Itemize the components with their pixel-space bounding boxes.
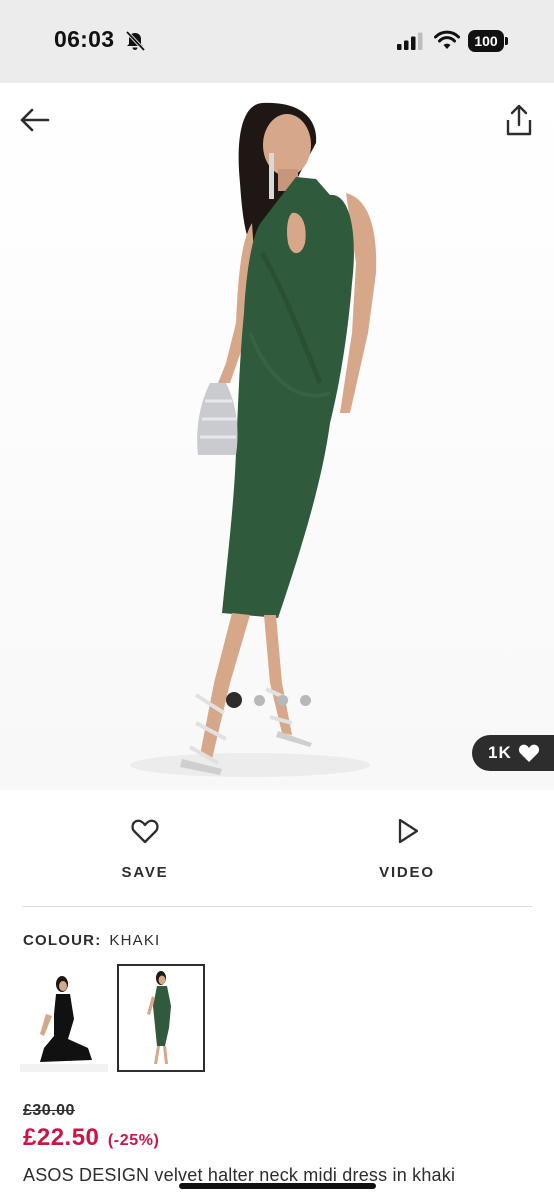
carousel-dot[interactable] (254, 694, 265, 706)
battery-icon: 100 (468, 30, 508, 52)
product-actions: SAVE VIDEO (0, 790, 554, 907)
carousel-dot[interactable] (300, 694, 311, 706)
carousel-dot[interactable] (226, 692, 242, 708)
swatch-image-black (20, 976, 108, 1072)
current-price: £22.50 (23, 1124, 100, 1151)
product-image-carousel[interactable]: 1K (0, 83, 554, 790)
play-icon (398, 818, 419, 844)
save-button[interactable]: SAVE (75, 816, 215, 886)
video-button[interactable]: VIDEO (337, 816, 477, 886)
carousel-dots[interactable] (226, 691, 311, 709)
video-label: VIDEO (379, 864, 435, 881)
share-icon[interactable] (504, 103, 534, 137)
swatch-image-khaki (147, 971, 171, 1064)
save-label: SAVE (121, 864, 169, 881)
discount-badge: (-25%) (107, 1132, 160, 1149)
colour-value: KHAKI (109, 932, 161, 949)
likes-count: 1K (488, 743, 512, 762)
signal-icon (397, 32, 423, 50)
home-indicator[interactable] (179, 1183, 376, 1189)
colour-label: COLOUR: (23, 932, 102, 949)
divider (22, 906, 532, 907)
carousel-dot[interactable] (277, 694, 288, 706)
status-time: 06:03 (54, 26, 115, 52)
battery-level: 100 (468, 30, 504, 52)
original-price: £30.00 (23, 1102, 75, 1119)
arrow-left-icon[interactable] (18, 105, 52, 135)
colour-row: COLOUR: KHAKI (23, 932, 160, 949)
colour-swatch-black[interactable] (20, 964, 108, 1072)
price-row: £22.50 (-25%) (23, 1124, 159, 1152)
likes-badge[interactable]: 1K (472, 735, 554, 771)
status-bar: 06:03 100 (0, 0, 554, 83)
product-photo (130, 102, 377, 777)
heart-icon (518, 744, 539, 762)
colour-swatch-khaki[interactable] (117, 964, 205, 1072)
heart-outline-icon (131, 819, 159, 844)
wifi-icon (434, 30, 460, 49)
bell-slash-icon (125, 30, 146, 52)
